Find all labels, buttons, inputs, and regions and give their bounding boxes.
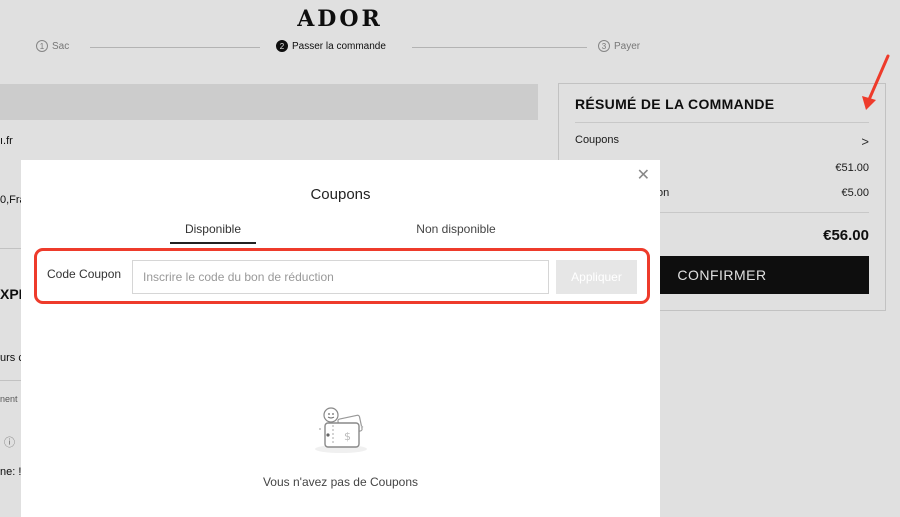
apply-button[interactable]: Appliquer bbox=[556, 260, 637, 294]
svg-text:$: $ bbox=[344, 430, 351, 443]
empty-wallet-icon: $ bbox=[315, 407, 367, 453]
coupons-modal: ✕ Coupons Disponible Non disponible Code… bbox=[21, 160, 660, 517]
empty-coupons-message: Vous n'avez pas de Coupons bbox=[262, 475, 419, 489]
annotation-arrow-icon bbox=[862, 54, 890, 110]
coupon-code-input[interactable] bbox=[132, 260, 549, 294]
tab-available[interactable]: Disponible bbox=[170, 222, 256, 244]
coupon-code-label: Code Coupon bbox=[47, 267, 122, 281]
coupon-entry-highlight: Code Coupon Appliquer bbox=[34, 248, 650, 304]
tab-unavailable[interactable]: Non disponible bbox=[401, 222, 511, 236]
modal-title: Coupons bbox=[310, 186, 371, 203]
close-icon[interactable]: ✕ bbox=[637, 168, 650, 184]
